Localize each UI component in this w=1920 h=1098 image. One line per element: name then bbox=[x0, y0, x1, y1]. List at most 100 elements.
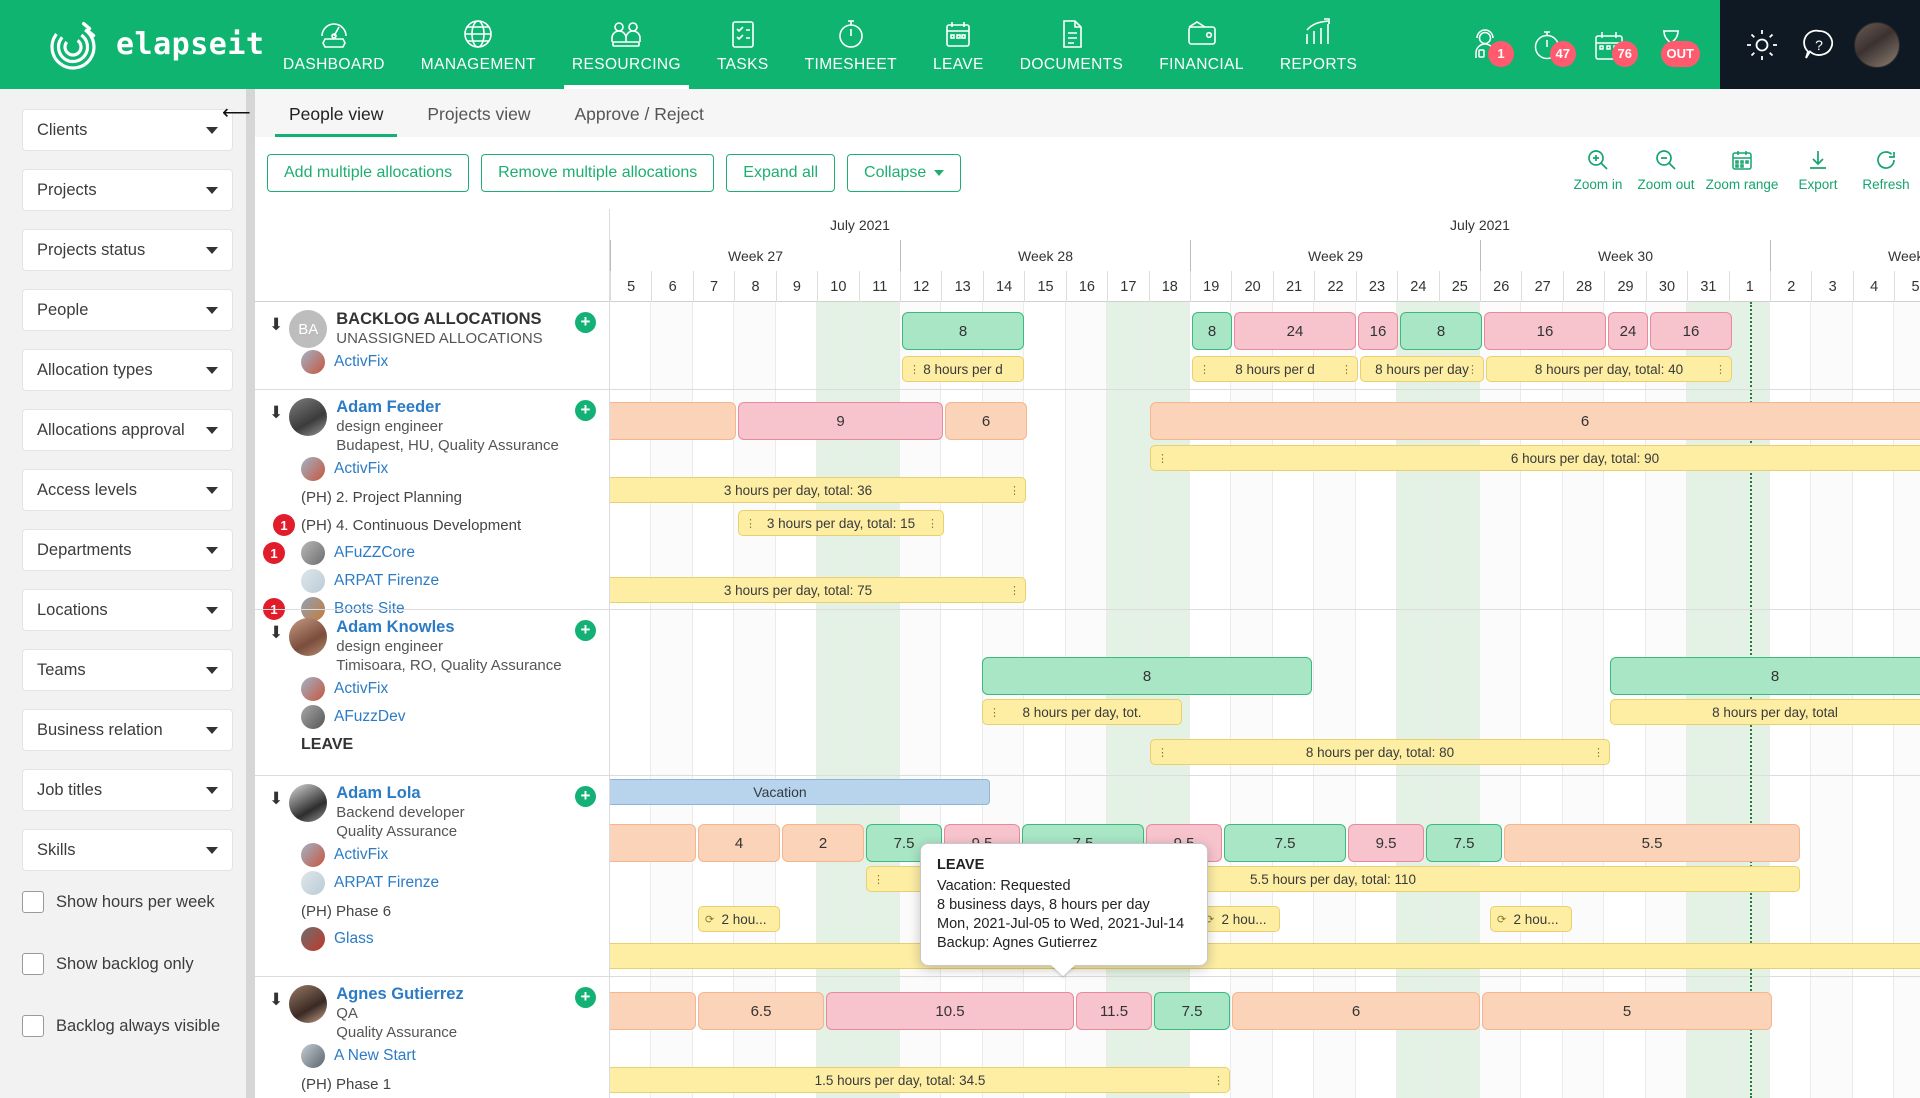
badge-calendar[interactable]: 76 bbox=[1578, 19, 1640, 71]
tab-people-view[interactable]: People view bbox=[267, 104, 405, 137]
drag-grip-icon[interactable]: ⋮ bbox=[745, 517, 756, 530]
drag-grip-icon[interactable]: ⋮ bbox=[1593, 746, 1604, 759]
mini-hours-bar[interactable]: ⟳ 2 hou... bbox=[1198, 906, 1280, 932]
nav-tasks[interactable]: TASKS bbox=[699, 0, 787, 89]
add-multiple-allocations-button[interactable]: Add multiple allocations bbox=[267, 154, 470, 192]
row-agnes-gutierrez[interactable]: ⬇ Agnes Gutierrez QA Quality Assurance +… bbox=[255, 977, 609, 1098]
help-question-icon[interactable]: ? bbox=[1797, 23, 1841, 67]
allocation-bar[interactable] bbox=[610, 992, 696, 1030]
collapse-arrow-icon[interactable]: ⬇ bbox=[269, 623, 283, 643]
drag-grip-icon[interactable]: ⋮ bbox=[909, 363, 920, 376]
nav-timesheet[interactable]: TIMESHEET bbox=[787, 0, 915, 89]
drag-grip-icon[interactable]: ⋮ bbox=[989, 706, 1000, 719]
hours-bar[interactable]: 3 hours per day, total: 36 ⋮ bbox=[610, 477, 1026, 503]
person-name[interactable]: Adam Lola bbox=[336, 784, 464, 803]
list-item[interactable]: ActivFix bbox=[255, 675, 609, 703]
refresh-tool[interactable]: Refresh bbox=[1852, 145, 1920, 192]
allocation-bar[interactable]: 4 bbox=[698, 824, 780, 862]
allocation-bar[interactable]: 16 bbox=[1358, 312, 1398, 350]
hours-bar[interactable]: ⋮ 8 hours per d bbox=[902, 356, 1024, 382]
expand-all-button[interactable]: Expand all bbox=[726, 154, 836, 192]
nav-management[interactable]: MANAGEMENT bbox=[403, 0, 554, 89]
mini-hours-bar[interactable]: ⟳ 2 hou... bbox=[1490, 906, 1572, 932]
add-allocation-button[interactable]: + bbox=[575, 312, 596, 333]
list-item[interactable]: ActivFix bbox=[255, 348, 609, 376]
drag-grip-icon[interactable]: ⋮ bbox=[927, 517, 938, 530]
nav-dashboard[interactable]: DASHBOARD bbox=[265, 0, 403, 89]
allocation-bar[interactable]: 2 bbox=[782, 824, 864, 862]
badge-worker[interactable]: 1 bbox=[1454, 19, 1516, 71]
add-allocation-button[interactable]: + bbox=[575, 400, 596, 421]
list-item[interactable]: ActivFix bbox=[255, 841, 609, 869]
zoom-out-tool[interactable]: Zoom out bbox=[1632, 145, 1700, 192]
list-item[interactable]: AFuzzDev bbox=[255, 703, 609, 731]
allocation-bar[interactable]: 5.5 bbox=[1504, 824, 1800, 862]
nav-documents[interactable]: DOCUMENTS bbox=[1002, 0, 1142, 89]
sidebar-collapse-arrow-icon[interactable]: ⟵ bbox=[222, 100, 251, 125]
filter-departments[interactable]: Departments bbox=[22, 529, 233, 571]
hours-bar[interactable]: 8 hours per day, total bbox=[1610, 699, 1920, 725]
add-allocation-button[interactable]: + bbox=[575, 620, 596, 641]
hours-bar[interactable]: 2 hours per day, total: 64 ⋮ bbox=[610, 943, 1920, 969]
allocation-bar[interactable]: 8 bbox=[1610, 657, 1920, 695]
allocation-bar[interactable]: 8 bbox=[1400, 312, 1482, 350]
gear-icon[interactable] bbox=[1740, 23, 1784, 67]
allocation-bar[interactable]: 8 bbox=[982, 657, 1312, 695]
allocation-bar[interactable]: 6 bbox=[945, 402, 1027, 440]
allocation-bar[interactable]: 7.5 bbox=[1426, 824, 1502, 862]
checkbox-backlog-always-visible[interactable]: Backlog always visible bbox=[22, 1015, 233, 1037]
person-name[interactable]: Adam Knowles bbox=[336, 618, 561, 637]
filter-job-titles[interactable]: Job titles bbox=[22, 769, 233, 811]
list-item[interactable]: Glass bbox=[255, 925, 609, 953]
nav-leave[interactable]: LEAVE bbox=[915, 0, 1002, 89]
checkbox-box[interactable] bbox=[22, 1015, 44, 1037]
allocation-bar[interactable]: 11.5 bbox=[1076, 992, 1152, 1030]
filter-allocations-approval[interactable]: Allocations approval bbox=[22, 409, 233, 451]
collapse-arrow-icon[interactable]: ⬇ bbox=[269, 990, 283, 1010]
export-tool[interactable]: Export bbox=[1784, 145, 1852, 192]
allocation-bar[interactable]: 10.5 bbox=[826, 992, 1074, 1030]
list-item[interactable]: ARPAT Firenze bbox=[255, 869, 609, 897]
allocation-bar[interactable]: 9 bbox=[738, 402, 943, 440]
filter-projects[interactable]: Projects bbox=[22, 169, 233, 211]
list-item[interactable]: (PH) Phase 6 bbox=[255, 897, 609, 925]
list-item[interactable]: (PH) 2. Project Planning bbox=[255, 483, 609, 511]
hours-bar[interactable]: ⋮ 8 hours per day, tot. bbox=[982, 699, 1182, 725]
allocation-bar[interactable]: 16 bbox=[1484, 312, 1606, 350]
zoom-in-tool[interactable]: Zoom in bbox=[1564, 145, 1632, 192]
drag-grip-icon[interactable]: ⋮ bbox=[1009, 584, 1020, 597]
hours-bar[interactable]: 1.5 hours per day, total: 34.5 ⋮ bbox=[610, 1067, 1230, 1093]
filter-people[interactable]: People bbox=[22, 289, 233, 331]
list-item[interactable]: (PH) Phase 1 bbox=[255, 1070, 609, 1098]
drag-grip-icon[interactable]: ⋮ bbox=[1157, 452, 1168, 465]
hours-bar[interactable]: 8 hours per day ⋮ bbox=[1360, 356, 1484, 382]
list-item[interactable]: ARPAT Firenze bbox=[255, 567, 609, 595]
allocation-bar[interactable]: 6 bbox=[1150, 402, 1920, 440]
filter-clients[interactable]: Clients bbox=[22, 109, 233, 151]
filter-locations[interactable]: Locations bbox=[22, 589, 233, 631]
sidebar-scrollbar[interactable] bbox=[246, 89, 255, 1098]
zoom-range-tool[interactable]: Zoom range bbox=[1700, 145, 1784, 192]
hours-bar[interactable]: 3 hours per day, total: 75 ⋮ bbox=[610, 577, 1026, 603]
hours-bar[interactable]: ⋮ 6 hours per day, total: 90 bbox=[1150, 445, 1920, 471]
remove-multiple-allocations-button[interactable]: Remove multiple allocations bbox=[481, 154, 715, 192]
checkbox-show-hours-per-week[interactable]: Show hours per week bbox=[22, 891, 233, 913]
allocation-bar[interactable]: 7.5 bbox=[1154, 992, 1230, 1030]
mini-hours-bar[interactable]: ⟳ 2 hou... bbox=[698, 906, 780, 932]
drag-grip-icon[interactable]: ⋮ bbox=[1467, 363, 1478, 376]
add-allocation-button[interactable]: + bbox=[575, 786, 596, 807]
row-adam-feeder[interactable]: ⬇ Adam Feeder design engineer Budapest, … bbox=[255, 390, 609, 621]
allocation-bar[interactable]: 9.5 bbox=[1348, 824, 1424, 862]
allocation-bar[interactable]: 24 bbox=[1234, 312, 1356, 350]
filter-skills[interactable]: Skills bbox=[22, 829, 233, 871]
nav-resourcing[interactable]: RESOURCING bbox=[554, 0, 699, 89]
drag-grip-icon[interactable]: ⋮ bbox=[873, 873, 884, 886]
allocation-bar[interactable]: 5 bbox=[1482, 992, 1772, 1030]
tab-approve-reject[interactable]: Approve / Reject bbox=[552, 104, 725, 137]
list-item[interactable]: 1 (PH) 4. Continuous Development bbox=[255, 511, 609, 539]
drag-grip-icon[interactable]: ⋮ bbox=[1715, 363, 1726, 376]
list-item[interactable]: ActivFix bbox=[255, 455, 609, 483]
hours-bar[interactable]: ⋮ 8 hours per day, total: 80 ⋮ bbox=[1150, 739, 1610, 765]
add-allocation-button[interactable]: + bbox=[575, 987, 596, 1008]
collapse-arrow-icon[interactable]: ⬇ bbox=[269, 403, 283, 423]
